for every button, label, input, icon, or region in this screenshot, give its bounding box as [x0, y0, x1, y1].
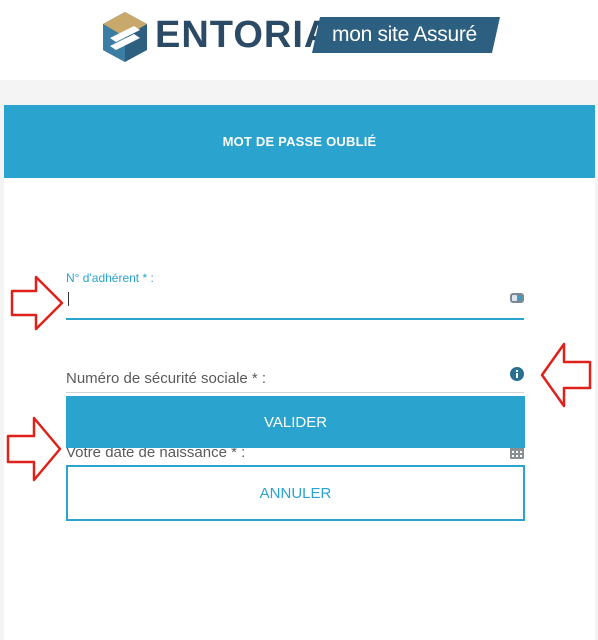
social-security-underline — [66, 392, 524, 393]
member-number-field[interactable]: N° d'adhérent * : — [66, 268, 524, 322]
social-security-field[interactable]: Numéro de sécurité sociale * : — [66, 360, 524, 394]
red-arrow-right-icon — [6, 416, 62, 482]
text-cursor — [68, 292, 69, 306]
cancel-button[interactable]: ANNULER — [66, 465, 525, 521]
info-icon[interactable] — [510, 367, 524, 381]
red-arrow-left-icon — [540, 342, 592, 408]
card-header: MOT DE PASSE OUBLIÉ — [4, 105, 595, 178]
red-arrow-right-icon — [10, 275, 64, 331]
entoria-logo-icon — [103, 12, 147, 62]
tagline: mon site Assuré — [332, 23, 477, 46]
site-header: ENTORIA mon site Assuré — [0, 0, 598, 80]
id-card-icon[interactable] — [510, 291, 524, 305]
member-number-label: N° d'adhérent * : — [66, 271, 154, 285]
social-security-placeholder: Numéro de sécurité sociale * : — [66, 370, 267, 387]
card-title: MOT DE PASSE OUBLIÉ — [222, 134, 377, 149]
submit-button[interactable]: VALIDER — [66, 396, 525, 448]
brand-name: ENTORIA — [155, 14, 333, 56]
member-number-underline — [66, 318, 524, 320]
